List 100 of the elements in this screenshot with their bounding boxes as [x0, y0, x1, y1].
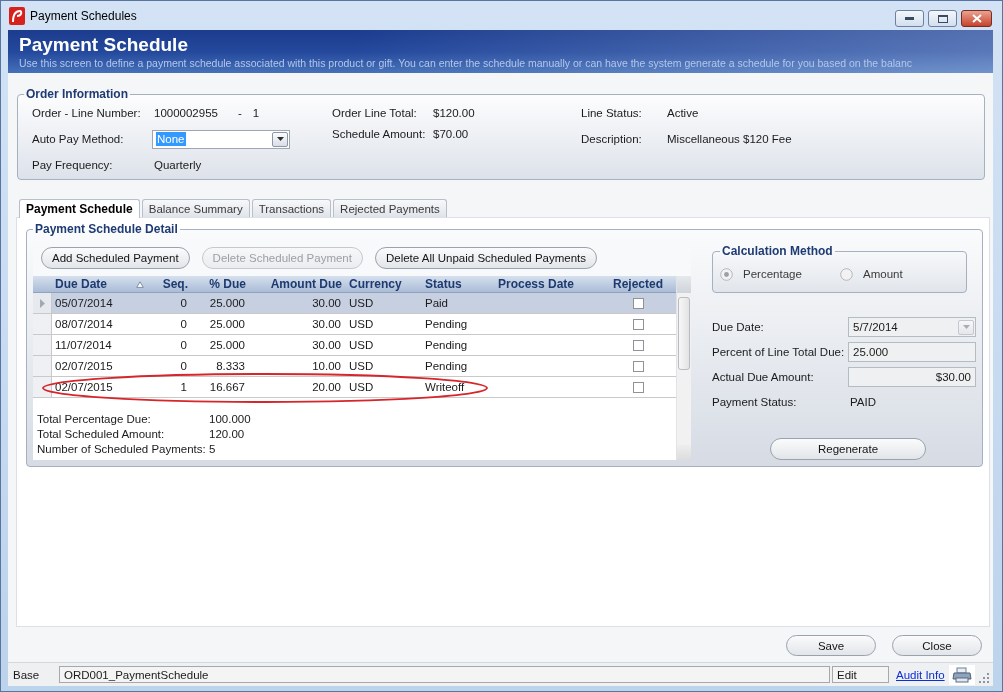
field-label: Actual Due Amount:	[712, 371, 815, 383]
column-header[interactable]: Due Date	[52, 276, 155, 292]
tab[interactable]: Transactions	[251, 199, 332, 217]
resize-grip-icon[interactable]	[978, 673, 989, 683]
checkbox[interactable]	[632, 318, 644, 330]
form-name-field: ORD001_PaymentSchedule	[59, 666, 830, 683]
table-cell-text: USD	[348, 338, 375, 353]
regenerate-button[interactable]: Regenerate	[770, 438, 926, 460]
field-value: Active	[666, 107, 699, 119]
dropdown-button[interactable]	[272, 131, 288, 147]
summary-value: 5	[209, 442, 217, 457]
row-header-cell	[33, 356, 52, 376]
table-cell-text: 30.00	[311, 338, 342, 353]
action-button[interactable]: Delete All Unpaid Scheduled Payments	[374, 247, 598, 269]
table-cell-text: Pending	[424, 359, 469, 374]
table-cell-text: Paid	[424, 296, 450, 311]
field-value: Miscellaneous $120 Fee	[666, 133, 792, 145]
row-header-cell	[33, 314, 52, 334]
minimize-icon	[905, 17, 914, 20]
tab[interactable]: Balance Summary	[141, 199, 250, 217]
field-label: Schedule Amount:	[332, 127, 427, 140]
table-cell-text: 8.333	[215, 359, 246, 374]
tab[interactable]: Rejected Payments	[333, 199, 447, 217]
grid-row[interactable]: 02/07/2015 1 16.667 20.00 USD Writeoff	[33, 377, 676, 398]
field-label: Pay Frequency:	[32, 159, 114, 171]
audit-info-link[interactable]: Audit Info	[896, 668, 945, 681]
table-cell-text: 05/07/2014	[54, 296, 114, 311]
group-title: Calculation Method	[721, 245, 834, 258]
field-value: $120.00	[432, 106, 475, 119]
row-header-cell	[33, 335, 52, 355]
field-value: PAID	[849, 396, 877, 408]
table-cell-text: 10.00	[311, 359, 342, 374]
table-cell-text: 30.00	[311, 317, 342, 332]
table-cell-text: 16.667	[208, 380, 246, 395]
table-cell-text: 02/07/2015	[54, 359, 114, 374]
window-title: Payment Schedules	[30, 8, 137, 23]
field-value: Quarterly	[153, 159, 202, 171]
state-field: Edit	[832, 666, 889, 683]
page-description: Use this screen to define a payment schedule associated with this product or gift. You can enter the schedule manually or can have the system generate a schedule for you based on the balanc	[19, 56, 914, 70]
table-cell-text: Writeoff	[424, 380, 466, 395]
field-label: Order Line Total:	[332, 106, 418, 119]
column-header[interactable]: Process Date	[495, 276, 600, 292]
table-cell-text: USD	[348, 317, 375, 332]
table-cell-text: 25.000	[208, 317, 246, 332]
action-button[interactable]: Add Scheduled Payment	[41, 247, 190, 269]
page-title: Payment Schedule	[19, 34, 189, 56]
order-number: 1000002955	[154, 107, 218, 119]
table-cell-text: 30.00	[311, 296, 342, 311]
table-cell-text: 0	[179, 296, 188, 311]
scrollbar-thumb[interactable]	[678, 297, 690, 370]
column-header[interactable]: Currency	[346, 276, 422, 292]
summary-label: Total Percentage Due:	[37, 412, 152, 427]
table-cell-text: 08/07/2014	[54, 317, 114, 332]
app-logo-icon	[9, 6, 25, 25]
close-button[interactable]	[961, 10, 992, 27]
column-header[interactable]: Rejected	[600, 276, 676, 292]
table-cell-text: 0	[179, 317, 188, 332]
dialog-button[interactable]: Close	[892, 635, 982, 656]
grid-row[interactable]: 11/07/2014 0 25.000 30.00 USD Pending	[33, 335, 676, 356]
table-cell-text: USD	[348, 296, 375, 311]
checkbox[interactable]	[632, 381, 644, 393]
field-label: Description:	[581, 133, 643, 145]
line-number: 1	[252, 107, 260, 119]
dialog-button[interactable]: Save	[786, 635, 876, 656]
table-cell-text: 25.000	[208, 296, 246, 311]
grid-row[interactable]: 08/07/2014 0 25.000 30.00 USD Pending	[33, 314, 676, 335]
printer-icon[interactable]	[948, 664, 975, 685]
column-header[interactable]: % Due	[192, 276, 250, 292]
table-cell-text: 02/07/2015	[54, 380, 114, 395]
table-cell-text: USD	[348, 380, 375, 395]
checkbox[interactable]	[632, 297, 644, 309]
table-cell-text: 0	[179, 359, 188, 374]
grid-row[interactable]: 02/07/2015 0 8.333 10.00 USD Pending	[33, 356, 676, 377]
table-cell-text: 0	[179, 338, 188, 353]
sort-ascending-icon	[136, 280, 144, 288]
caret-down-icon	[962, 325, 970, 329]
table-cell-text: 20.00	[311, 380, 342, 395]
maximize-button[interactable]	[928, 10, 957, 27]
checkbox[interactable]	[632, 360, 644, 372]
table-cell-text: Pending	[424, 338, 469, 353]
field-label: Payment Status:	[712, 396, 798, 408]
column-header[interactable]: Amount Due	[250, 276, 346, 292]
checkbox[interactable]	[632, 339, 644, 351]
tab[interactable]: Payment Schedule	[19, 199, 140, 218]
summary-label: Total Scheduled Amount:	[37, 427, 166, 442]
group-title: Payment Schedule Detail	[34, 223, 179, 236]
column-header[interactable]: Status	[422, 276, 495, 292]
column-header[interactable]: Seq.	[155, 276, 192, 292]
grid-row[interactable]: 05/07/2014 0 25.000 30.00 USD Paid	[33, 293, 676, 314]
maximize-icon	[937, 14, 948, 23]
table-cell-text: 25.000	[208, 338, 246, 353]
vertical-scrollbar[interactable]	[676, 276, 691, 460]
separator: -	[237, 107, 242, 119]
field-label: Percent of Line Total Due:	[712, 346, 846, 358]
row-pointer-icon	[39, 298, 45, 308]
caret-down-icon	[276, 137, 284, 141]
field-label: Auto Pay Method:	[32, 133, 125, 145]
minimize-button[interactable]	[895, 10, 924, 27]
field-label: Due Date:	[712, 321, 765, 333]
summary-value: 120.00	[209, 427, 246, 442]
